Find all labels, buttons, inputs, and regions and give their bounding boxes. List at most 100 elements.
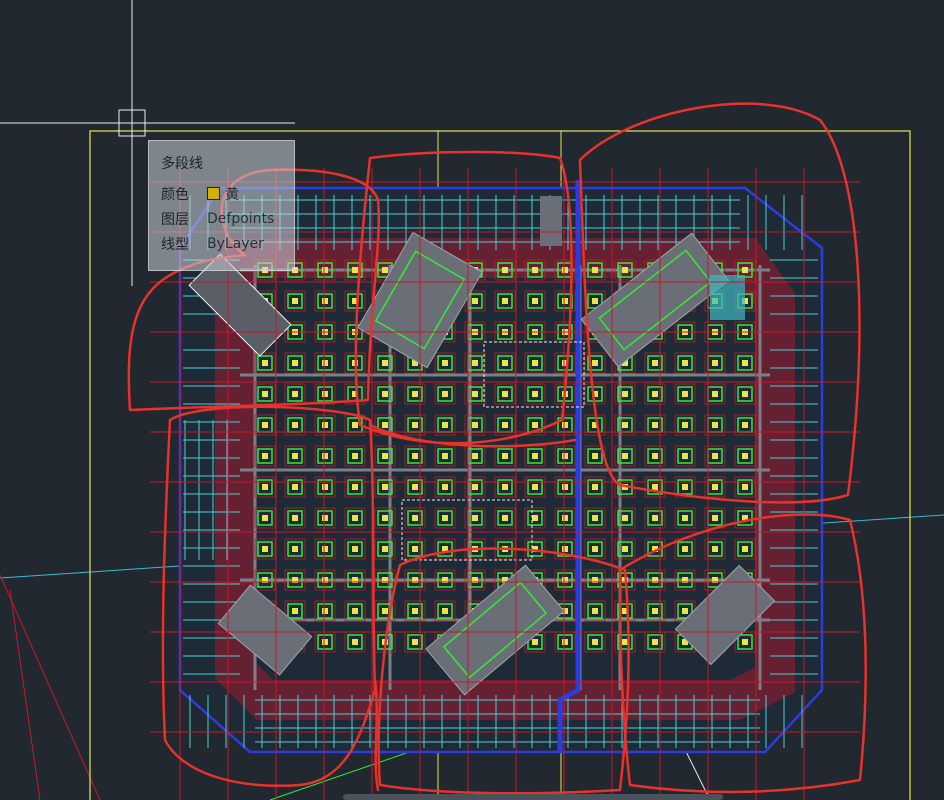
column-pad-core [472,453,478,459]
column-pad-core [682,484,688,490]
column-pad [344,569,366,591]
column-pad [524,476,546,498]
column-pad [614,259,636,281]
column-pad-core [562,639,568,645]
column-pad-core [652,453,658,459]
column-pad-core [592,267,598,273]
column-pad-core [292,546,298,552]
column-pad-core [652,391,658,397]
column-pad-core [502,391,508,397]
column-pad-core [592,515,598,521]
column-pad [344,476,366,498]
column-pad-core [682,515,688,521]
column-pad [614,538,636,560]
column-pad [314,290,336,312]
column-pad-core [682,608,688,614]
column-pad-core [532,484,538,490]
column-pad-core [742,422,748,428]
column-pad-core [472,360,478,366]
column-pad-core [682,422,688,428]
column-pad-core [322,453,328,459]
column-pad [614,507,636,529]
column-pad [524,445,546,467]
column-pad-core [322,360,328,366]
column-pad [284,507,306,529]
column-pad-core [622,546,628,552]
column-pad [494,259,516,281]
tooltip-title: 多段线 [161,156,203,172]
column-pad-core [502,267,508,273]
column-pad-core [292,515,298,521]
column-pad-core [322,546,328,552]
column-pad-core [262,515,268,521]
column-pad-core [322,391,328,397]
column-pad-core [502,515,508,521]
column-pad [494,507,516,529]
column-pad [404,507,426,529]
column-pad [314,569,336,591]
column-pad [644,507,666,529]
column-pad-core [262,391,268,397]
column-pad [434,383,456,405]
column-pad [284,383,306,405]
column-pad-core [412,422,418,428]
column-pad-core [382,546,388,552]
tooltip-row-color: 颜色 黄 [161,181,294,206]
column-pad-core [532,391,538,397]
column-pad-core [442,484,448,490]
column-pad-core [382,360,388,366]
column-pad-core [352,546,358,552]
column-pad-core [682,453,688,459]
column-pad-core [442,453,448,459]
column-pad [494,352,516,374]
column-pad-core [322,484,328,490]
column-pad [284,445,306,467]
column-pad [254,569,276,591]
column-pad-core [532,298,538,304]
column-pad [644,445,666,467]
horizontal-scrollbar[interactable] [343,794,723,800]
column-pad [734,445,756,467]
column-pad [284,569,306,591]
column-pad [314,507,336,529]
column-pad-core [532,639,538,645]
column-pad [254,352,276,374]
column-pad-core [352,608,358,614]
column-pad [674,383,696,405]
column-pad-core [532,515,538,521]
column-pad-core [412,484,418,490]
column-pad [614,600,636,622]
column-pad-core [382,422,388,428]
column-pad [344,631,366,653]
column-pad [254,383,276,405]
column-pad-core [352,422,358,428]
column-pad [554,507,576,529]
column-pad [524,507,546,529]
column-pad-core [292,391,298,397]
column-pad [734,383,756,405]
column-pad [734,507,756,529]
column-pad-core [562,546,568,552]
column-pad-core [592,639,598,645]
cad-drawing-viewport[interactable]: 多段线 颜色 黄 图层 Defpoints 线型 ByLayer [0,0,944,800]
column-pad-core [472,298,478,304]
column-pad-core [742,267,748,273]
column-pad-core [292,453,298,459]
floor-plan-drawing[interactable] [0,0,944,800]
tooltip-row-linetype: 线型 ByLayer [161,231,294,256]
column-pad-core [652,422,658,428]
column-pad [554,445,576,467]
column-pad [584,600,606,622]
tooltip-linetype-label: 线型 [161,236,189,253]
column-pad [254,538,276,560]
column-pad-core [622,422,628,428]
column-pad [434,507,456,529]
column-pad-core [592,298,598,304]
column-pad [344,445,366,467]
column-pad [524,383,546,405]
column-pad-core [442,515,448,521]
column-pad-core [712,515,718,521]
column-pad-core [742,484,748,490]
tooltip-color-label: 颜色 [161,186,189,203]
column-pad [674,538,696,560]
